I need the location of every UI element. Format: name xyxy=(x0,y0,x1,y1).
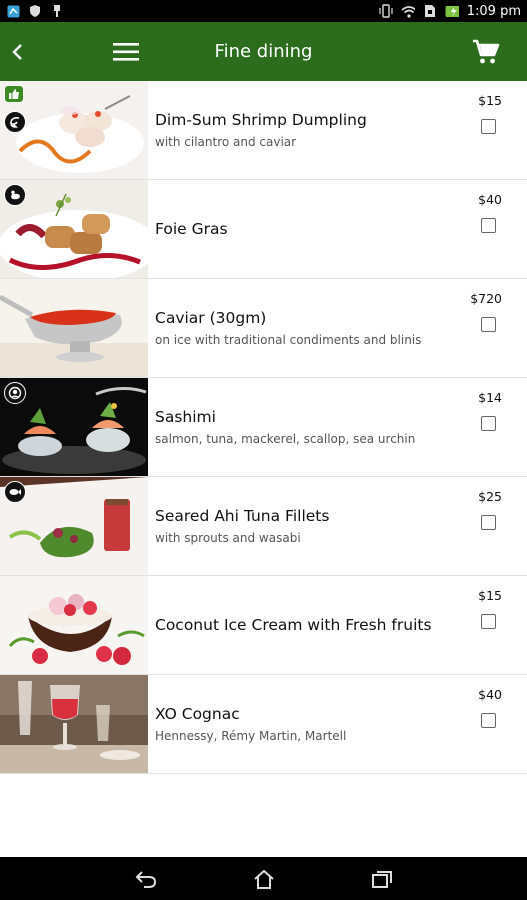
dish-photo xyxy=(0,279,148,377)
dish-description: with sprouts and wasabi xyxy=(155,531,301,545)
notification-icon xyxy=(6,4,20,18)
dish-price: $40 xyxy=(478,687,502,702)
battery-icon xyxy=(445,4,459,18)
dish-photo xyxy=(0,576,148,674)
dish-name: Foie Gras xyxy=(155,220,228,238)
status-bar: 1:09 pm xyxy=(0,0,527,22)
dish-description: salmon, tuna, mackerel, scallop, sea urc… xyxy=(155,432,416,446)
app-bar: Fine dining xyxy=(0,22,527,81)
usb-icon xyxy=(50,4,64,18)
dish-name: XO Cognac xyxy=(155,705,240,723)
shrimp-icon xyxy=(4,111,26,133)
nav-back-button[interactable] xyxy=(131,864,161,894)
dish-name: Coconut Ice Cream with Fresh fruits xyxy=(155,616,432,634)
menu-item[interactable]: Coconut Ice Cream with Fresh fruits $15 xyxy=(0,576,527,675)
menu-button[interactable] xyxy=(106,22,146,81)
dish-photo xyxy=(0,477,148,575)
menu-item[interactable]: Sashimi salmon, tuna, mackerel, scallop,… xyxy=(0,378,527,477)
wifi-icon xyxy=(401,4,415,18)
dish-name: Dim-Sum Shrimp Dumpling xyxy=(155,111,367,129)
back-button[interactable] xyxy=(0,22,36,81)
dish-price: $720 xyxy=(470,291,502,306)
duck-icon xyxy=(4,184,26,206)
dish-checkbox[interactable] xyxy=(481,713,496,728)
dish-name: Caviar (30gm) xyxy=(155,309,267,327)
dish-name: Seared Ahi Tuna Fillets xyxy=(155,507,330,525)
dish-description: with cilantro and caviar xyxy=(155,135,297,149)
dish-price: $15 xyxy=(478,93,502,108)
hamburger-icon xyxy=(113,42,139,61)
dish-photo xyxy=(0,180,148,278)
dish-price: $40 xyxy=(478,192,502,207)
shield-icon xyxy=(28,4,42,18)
dish-description: Hennessy, Rémy Martin, Martell xyxy=(155,729,347,743)
menu-item[interactable]: Caviar (30gm) on ice with traditional co… xyxy=(0,279,527,378)
dish-photo xyxy=(0,81,148,179)
dish-checkbox[interactable] xyxy=(481,614,496,629)
page-title: Fine dining xyxy=(214,41,313,62)
cart-icon xyxy=(473,39,500,63)
dish-name: Sashimi xyxy=(155,408,216,426)
sim-icon xyxy=(423,4,437,18)
menu-item[interactable]: Foie Gras $40 xyxy=(0,180,527,279)
dish-checkbox[interactable] xyxy=(481,218,496,233)
nav-recents-button[interactable] xyxy=(367,864,397,894)
chevron-left-icon xyxy=(12,43,22,60)
back-arrow-icon xyxy=(135,870,156,888)
dish-price: $25 xyxy=(478,489,502,504)
thumbs-up-icon xyxy=(4,85,24,103)
menu-item[interactable]: XO Cognac Hennessy, Rémy Martin, Martell… xyxy=(0,675,527,774)
dish-checkbox[interactable] xyxy=(481,317,496,332)
menu-list: Dim-Sum Shrimp Dumpling with cilantro an… xyxy=(0,81,527,859)
vibrate-icon xyxy=(379,4,393,18)
dish-photo xyxy=(0,675,148,773)
nav-home-button[interactable] xyxy=(249,864,279,894)
dish-price: $14 xyxy=(478,390,502,405)
dish-checkbox[interactable] xyxy=(481,416,496,431)
dish-photo xyxy=(0,378,148,476)
home-icon xyxy=(253,869,274,889)
dish-checkbox[interactable] xyxy=(481,119,496,134)
dish-checkbox[interactable] xyxy=(481,515,496,530)
chef-icon xyxy=(4,382,26,404)
menu-item[interactable]: Seared Ahi Tuna Fillets with sprouts and… xyxy=(0,477,527,576)
cart-button[interactable] xyxy=(469,22,503,81)
dish-description: on ice with traditional condiments and b… xyxy=(155,333,422,347)
menu-item[interactable]: Dim-Sum Shrimp Dumpling with cilantro an… xyxy=(0,81,527,180)
navigation-bar xyxy=(0,857,527,900)
status-time: 1:09 pm xyxy=(466,3,521,19)
fish-icon xyxy=(4,481,26,503)
dish-price: $15 xyxy=(478,588,502,603)
recents-icon xyxy=(371,870,392,888)
